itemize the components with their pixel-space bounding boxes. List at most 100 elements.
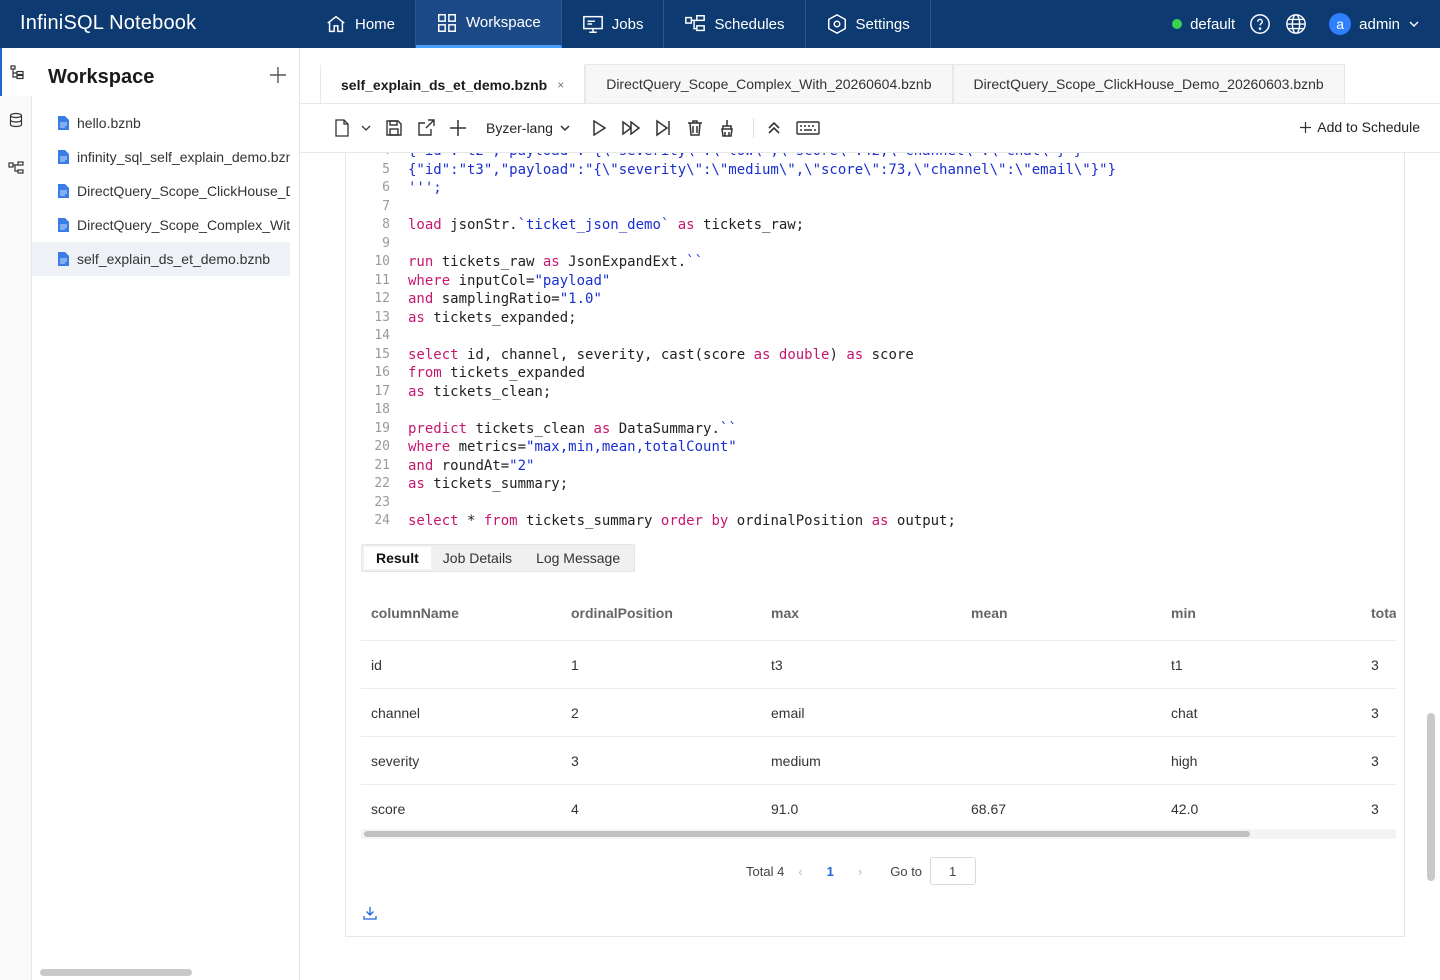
line-number: 19	[374, 420, 390, 436]
file-item-label: hello.bznb	[77, 115, 141, 131]
code-line: 6 ''';	[346, 180, 1404, 199]
main-nav: Home Workspace Jobs Schedules Settings	[305, 0, 931, 48]
main-vertical-scrollbar[interactable]	[1427, 713, 1435, 881]
plus-icon	[270, 67, 286, 83]
rail-database[interactable]	[0, 96, 32, 144]
code-text: as tickets_clean;	[408, 383, 552, 400]
line-number: 11	[374, 272, 390, 288]
user-menu[interactable]: a admin	[1329, 13, 1420, 35]
column-header[interactable]: mean	[961, 605, 1161, 621]
close-icon[interactable]: ×	[557, 78, 564, 92]
code-line: 8 load jsonStr.`ticket_json_demo` as tick…	[346, 217, 1404, 236]
rail-workflow[interactable]	[0, 144, 32, 192]
column-header[interactable]: max	[761, 605, 961, 621]
new-file-dropdown[interactable]	[332, 112, 372, 144]
tab-log-message[interactable]: Log Message	[524, 547, 632, 569]
rail-file-tree[interactable]	[0, 48, 32, 96]
next-page-icon[interactable]: ›	[858, 864, 862, 879]
notebook-toolbar: Byzer-lang Add to Schedule	[300, 103, 1440, 153]
export-button[interactable]	[416, 112, 436, 144]
sidebar-scrollbar[interactable]	[40, 969, 192, 976]
file-tree-icon	[10, 65, 24, 80]
column-header[interactable]: columnName	[361, 605, 561, 621]
globe-icon[interactable]	[1285, 13, 1307, 35]
line-number: 8	[382, 217, 390, 232]
chevron-down-icon	[1409, 21, 1419, 27]
table-row: channel 2 email chat 3	[361, 689, 1396, 737]
run-to-end-button[interactable]	[653, 112, 673, 144]
nav-jobs[interactable]: Jobs	[562, 0, 665, 48]
column-header[interactable]: min	[1161, 605, 1361, 621]
add-cell-button[interactable]	[448, 112, 468, 144]
code-text: where inputCol="payload"	[408, 272, 611, 289]
code-line: 23	[346, 495, 1404, 514]
line-number: 17	[374, 383, 390, 399]
nav-workspace[interactable]: Workspace	[416, 0, 562, 48]
document-icon	[58, 150, 69, 164]
file-item-label: DirectQuery_Scope_ClickHouse_Demo	[77, 183, 290, 199]
line-number: 24	[374, 513, 390, 528]
language-select[interactable]: Byzer-lang	[486, 120, 571, 136]
nav-settings[interactable]: Settings	[806, 0, 931, 48]
table-cell: 42.0	[1171, 800, 1199, 817]
tab-complex-with[interactable]: DirectQuery_Scope_Complex_With_20260604.…	[585, 64, 953, 103]
code-text: as tickets_summary;	[408, 476, 569, 492]
help-icon[interactable]	[1249, 13, 1271, 35]
line-number: 13	[374, 309, 390, 325]
line-number: 6	[382, 180, 390, 195]
file-item-self-explain[interactable]: self_explain_ds_et_demo.bznb	[32, 242, 290, 276]
keyboard-shortcuts-button[interactable]	[796, 112, 820, 144]
file-item-infinity-sql[interactable]: infinity_sql_self_explain_demo.bznb	[32, 140, 290, 174]
run-cell-button[interactable]	[589, 112, 609, 144]
nav-schedules[interactable]: Schedules	[664, 0, 806, 48]
code-line: 9	[346, 235, 1404, 255]
save-button[interactable]	[384, 112, 404, 144]
prev-page-icon[interactable]: ‹	[798, 864, 802, 879]
double-chevron-up-icon	[768, 121, 780, 134]
file-item-hello[interactable]: hello.bznb	[32, 106, 290, 140]
notebook-cell: 4{"id":"t2","payload":"{\"severity\":\"l…	[345, 153, 1405, 937]
table-cell: 3	[1371, 704, 1379, 721]
workspace-sidebar: Workspace hello.bznb infinity_sql_self_e…	[32, 48, 300, 980]
table-cell: medium	[771, 752, 821, 769]
left-icon-rail	[0, 48, 32, 980]
hexagon-settings-icon	[827, 13, 846, 35]
file-item-clickhouse[interactable]: DirectQuery_Scope_ClickHouse_Demo	[32, 174, 290, 208]
page-number[interactable]: 1	[817, 864, 844, 879]
total-count: Total 4	[746, 863, 785, 879]
column-header[interactable]: tota	[1361, 605, 1396, 621]
skip-end-icon	[656, 119, 670, 137]
line-number: 15	[374, 346, 390, 362]
file-item-complex-with[interactable]: DirectQuery_Scope_Complex_With	[32, 208, 290, 242]
home-icon	[327, 15, 345, 33]
table-cell: 3	[1371, 656, 1379, 673]
collapse-button[interactable]	[764, 112, 784, 144]
column-header[interactable]: ordinalPosition	[561, 605, 761, 621]
tab-label: DirectQuery_Scope_Complex_With_20260604.…	[606, 76, 932, 92]
goto-page-input[interactable]: 1	[930, 857, 977, 885]
clear-output-button[interactable]	[717, 112, 737, 144]
tab-clickhouse-demo[interactable]: DirectQuery_Scope_ClickHouse_Demo_202606…	[952, 64, 1345, 103]
table-cell: 91.0	[771, 800, 799, 817]
tab-result[interactable]: Result	[364, 547, 431, 569]
code-text: select * from tickets_summary order by o…	[408, 513, 956, 529]
code-text: as tickets_expanded;	[408, 309, 577, 326]
code-line: 12 and samplingRatio="1.0"	[346, 291, 1404, 310]
add-file-button[interactable]	[269, 64, 287, 90]
tab-job-details[interactable]: Job Details	[431, 547, 524, 569]
code-line: 16 from tickets_expanded	[346, 365, 1404, 384]
run-all-button[interactable]	[621, 112, 641, 144]
line-number: 9	[382, 235, 390, 251]
tab-self-explain[interactable]: self_explain_ds_et_demo.bznb ×	[320, 64, 586, 103]
tab-label: DirectQuery_Scope_ClickHouse_Demo_202606…	[973, 76, 1324, 92]
scrollbar-thumb[interactable]	[364, 831, 1250, 837]
download-icon[interactable]	[363, 906, 377, 920]
add-to-schedule-button[interactable]: Add to Schedule	[1300, 119, 1420, 135]
nav-home[interactable]: Home	[305, 0, 417, 48]
environment-selector[interactable]: default	[1172, 16, 1235, 33]
table-horizontal-scrollbar[interactable]	[361, 829, 1396, 839]
code-text: from tickets_expanded	[408, 365, 586, 381]
delete-cell-button[interactable]	[685, 112, 705, 144]
line-number: 22	[374, 476, 390, 491]
code-editor[interactable]: 4{"id":"t2","payload":"{\"severity\":\"l…	[346, 153, 1404, 532]
